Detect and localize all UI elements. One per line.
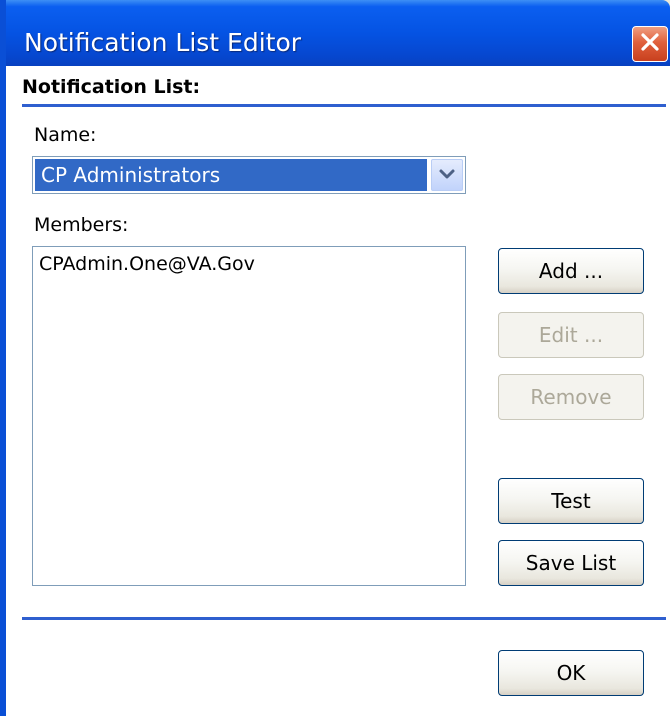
ok-button[interactable]: OK bbox=[498, 650, 644, 696]
remove-button[interactable]: Remove bbox=[498, 374, 644, 420]
members-label: Members: bbox=[34, 214, 129, 236]
name-dropdown-value: CP Administrators bbox=[35, 159, 427, 191]
footer-divider bbox=[22, 617, 666, 620]
name-dropdown[interactable]: CP Administrators bbox=[32, 156, 466, 194]
dropdown-button[interactable] bbox=[431, 159, 463, 191]
add-button[interactable]: Add ... bbox=[498, 248, 644, 294]
members-list[interactable]: CPAdmin.One@VA.Gov bbox=[32, 246, 466, 586]
title-bar[interactable]: Notification List Editor bbox=[6, 0, 670, 66]
list-item[interactable]: CPAdmin.One@VA.Gov bbox=[39, 253, 255, 275]
dialog-body: Notification List: Name: CP Administrato… bbox=[6, 66, 670, 716]
window-title: Notification List Editor bbox=[24, 28, 302, 57]
section-divider bbox=[22, 104, 666, 107]
close-button[interactable] bbox=[632, 26, 668, 62]
chevron-down-icon bbox=[438, 166, 456, 185]
edit-button[interactable]: Edit ... bbox=[498, 312, 644, 358]
close-icon bbox=[639, 31, 661, 57]
test-button[interactable]: Test bbox=[498, 478, 644, 524]
notification-list-editor-window: Notification List Editor Notification Li… bbox=[0, 0, 670, 716]
name-label: Name: bbox=[34, 124, 97, 146]
section-heading: Notification List: bbox=[22, 76, 201, 98]
save-list-button[interactable]: Save List bbox=[498, 540, 644, 586]
